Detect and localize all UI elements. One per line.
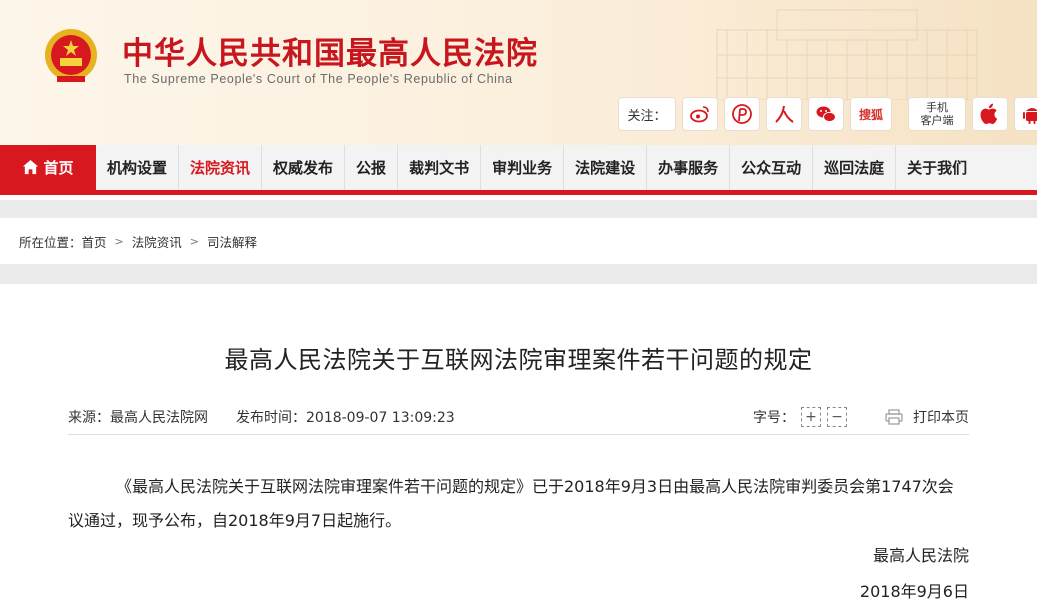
nav-item-fayuan-zixun[interactable]: 法院资讯	[179, 145, 263, 190]
main-nav: 首页 机构设置 法院资讯 权威发布 公报 裁判文书 审判业务 法院建设 办事服务…	[0, 145, 1037, 195]
signature-date: 2018年9月6日	[859, 582, 969, 601]
nav-item-quanwei[interactable]: 权威发布	[262, 145, 346, 190]
font-size-label: 字号：	[753, 410, 795, 426]
article-body: 《最高人民法院关于互联网法院审理案件若干问题的规定》已于2018年9月3日由最高…	[68, 477, 954, 530]
court-building-image	[716, 9, 978, 100]
mobile-line1: 手机	[926, 101, 948, 114]
apple-button[interactable]	[972, 97, 1008, 131]
national-emblem-icon	[45, 29, 97, 82]
weibo-button[interactable]	[682, 97, 718, 131]
weibo-icon	[690, 106, 709, 123]
nav-item-xunhui[interactable]: 巡回法庭	[813, 145, 897, 190]
article-published: 发布时间：2018-09-07 13:09:23	[236, 410, 455, 426]
nav-item-guanyu[interactable]: 关于我们	[896, 145, 978, 190]
android-button[interactable]	[1014, 97, 1037, 131]
sohu-button[interactable]: 搜狐	[850, 97, 892, 131]
nav-item-hudong[interactable]: 公众互动	[730, 145, 814, 190]
follow-label: 关注：	[618, 97, 676, 131]
meta-divider	[68, 434, 969, 435]
breadcrumb: 所在位置： 首页 > 法院资讯 > 司法解释	[0, 218, 1037, 264]
nav-item-banshi[interactable]: 办事服务	[647, 145, 731, 190]
font-increase-button[interactable]: +	[801, 407, 821, 427]
article-title: 最高人民法院关于互联网法院审理案件若干问题的规定	[224, 346, 813, 374]
article-source: 来源：最高人民法院网	[68, 410, 208, 426]
divider-band	[0, 200, 1037, 218]
nav-item-caipan[interactable]: 裁判文书	[398, 145, 482, 190]
site-subtitle: The Supreme People's Court of The People…	[124, 72, 513, 86]
nav-item-gongbao[interactable]: 公报	[345, 145, 399, 190]
home-icon	[23, 159, 39, 175]
renmin-icon	[775, 105, 794, 123]
social-follow-bar: 关注： 搜狐 手机 客户端	[618, 96, 1037, 132]
divider-band	[0, 264, 1037, 284]
article-tools: 字号： + − 打印本页	[753, 407, 969, 427]
nav-item-jianshe[interactable]: 法院建设	[564, 145, 648, 190]
mobile-client-button[interactable]: 手机 客户端	[908, 97, 966, 131]
nav-item-jigou[interactable]: 机构设置	[96, 145, 180, 190]
wechat-button[interactable]	[808, 97, 844, 131]
site-header: 中华人民共和国最高人民法院 The Supreme People's Court…	[0, 0, 1037, 145]
font-decrease-button[interactable]: −	[827, 407, 847, 427]
print-link[interactable]: 打印本页	[913, 407, 969, 427]
breadcrumb-judicial[interactable]: 司法解释	[207, 232, 257, 251]
mobile-line2: 客户端	[920, 114, 954, 127]
mobile-client-label: 手机 客户端	[921, 101, 954, 127]
nav-item-shenpan[interactable]: 审判业务	[481, 145, 565, 190]
site-title: 中华人民共和国最高人民法院	[122, 36, 538, 72]
nav-home-label: 首页	[43, 159, 74, 177]
renmin-button[interactable]	[766, 97, 802, 131]
article-meta: 来源：最高人民法院网 发布时间：2018-09-07 13:09:23 字号： …	[68, 404, 969, 430]
printer-icon[interactable]	[885, 409, 903, 425]
breadcrumb-prefix: 所在位置：	[19, 234, 82, 250]
signature-org: 最高人民法院	[872, 546, 969, 565]
wechat-icon	[816, 106, 836, 123]
chevron-right-icon: >	[189, 234, 199, 248]
chevron-right-icon: >	[114, 234, 124, 248]
breadcrumb-home[interactable]: 首页	[82, 232, 107, 251]
article: 最高人民法院关于互联网法院审理案件若干问题的规定 来源：最高人民法院网 发布时间…	[0, 284, 1037, 615]
people-daily-icon	[732, 104, 752, 124]
breadcrumb-news[interactable]: 法院资讯	[132, 232, 182, 251]
people-daily-button[interactable]	[724, 97, 760, 131]
apple-icon	[980, 103, 998, 124]
nav-home[interactable]: 首页	[0, 145, 96, 190]
android-icon	[1023, 108, 1037, 124]
